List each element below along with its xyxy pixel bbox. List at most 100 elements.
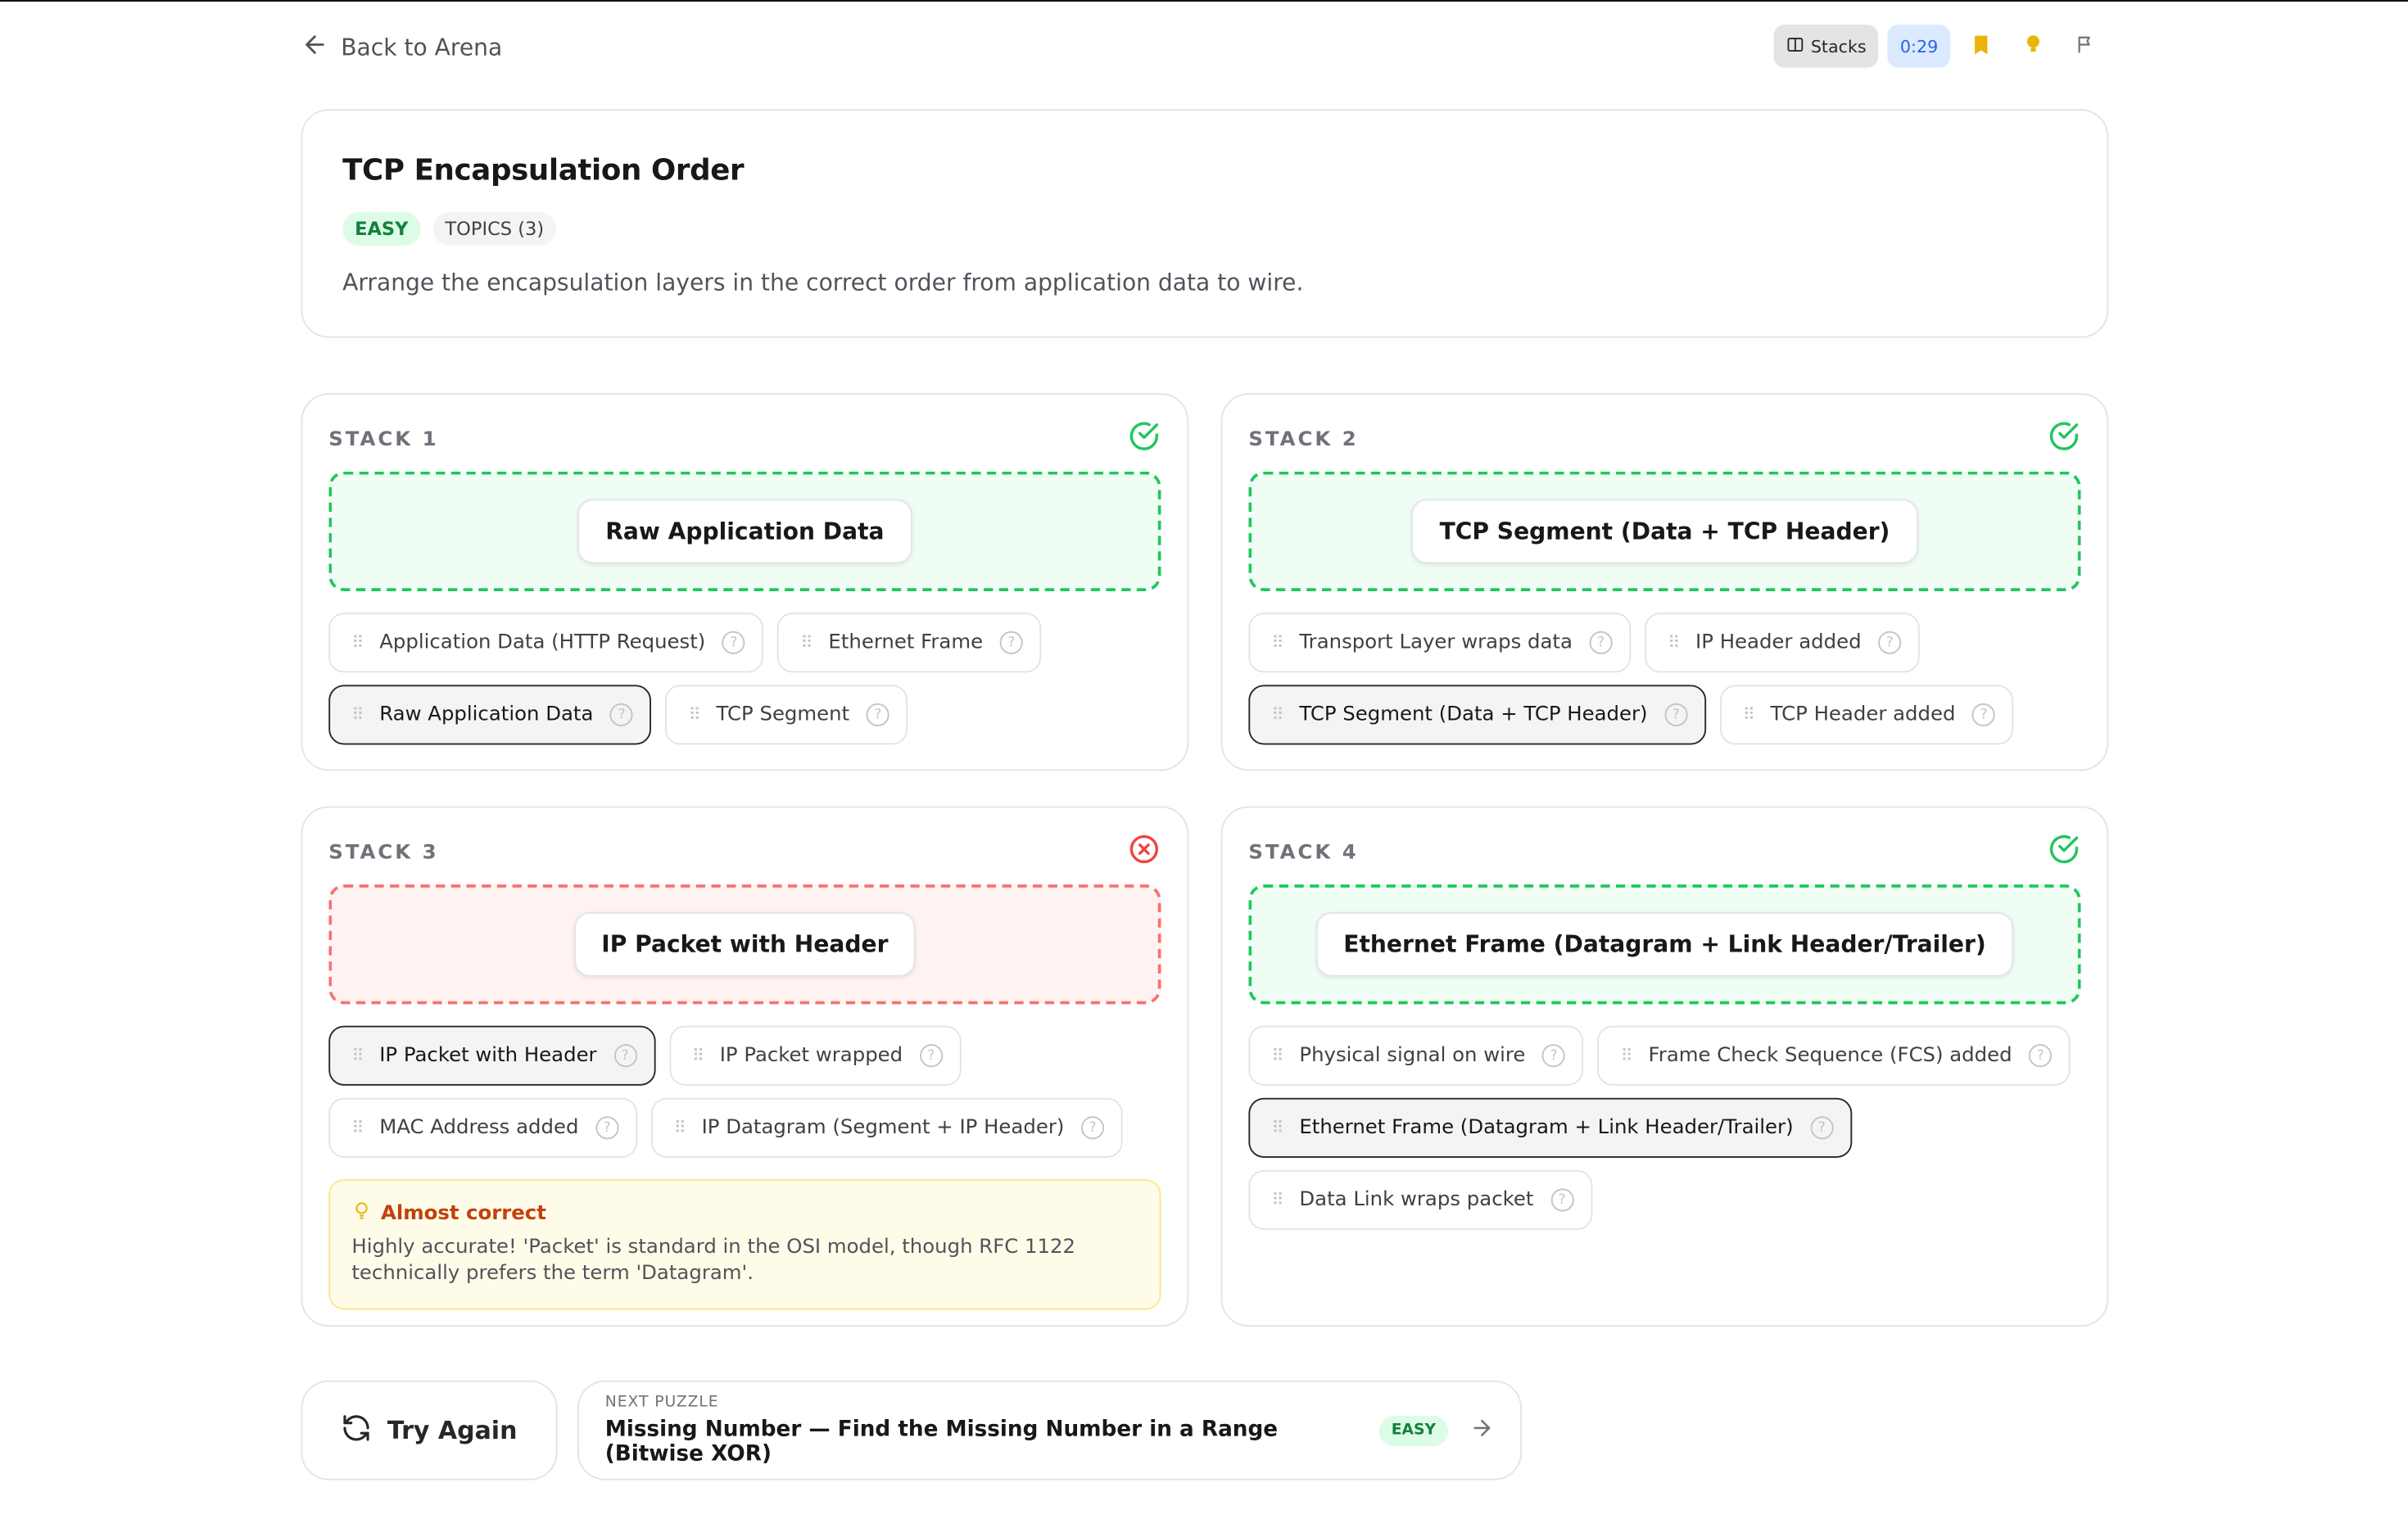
option-chip-selected[interactable]: ⠿ Raw Application Data?	[328, 685, 652, 745]
drag-handle-icon: ⠿	[1271, 704, 1284, 726]
drag-handle-icon: ⠿	[1742, 704, 1755, 726]
drop-zone[interactable]: IP Packet with Header	[328, 884, 1161, 1005]
drop-zone[interactable]: TCP Segment (Data + TCP Header)	[1248, 471, 2081, 591]
option-chip[interactable]: ⠿ MAC Address added?	[328, 1097, 637, 1158]
help-icon[interactable]: ?	[866, 703, 889, 726]
option-label: IP Datagram (Segment + IP Header)	[701, 1116, 1065, 1140]
option-chip[interactable]: ⠿ TCP Header added?	[1719, 685, 2014, 745]
help-icon[interactable]: ?	[1081, 1116, 1105, 1140]
toolbar: Stacks 0:29	[1773, 25, 2107, 68]
check-circle-icon	[1127, 419, 1161, 459]
next-puzzle-kicker: NEXT PUZZLE	[604, 1394, 719, 1412]
columns-icon	[1786, 34, 1805, 57]
option-chip[interactable]: ⠿ Application Data (HTTP Request)?	[328, 613, 764, 673]
help-icon[interactable]: ?	[1664, 703, 1688, 726]
stack-label: STACK 1	[328, 427, 439, 451]
option-chip[interactable]: ⠿ Data Link wraps packet?	[1248, 1169, 1592, 1230]
option-chip[interactable]: ⠿ Frame Check Sequence (FCS) added?	[1597, 1025, 2071, 1086]
check-circle-icon	[2047, 832, 2080, 872]
help-icon[interactable]: ?	[1810, 1116, 1834, 1140]
stacks-view-button[interactable]: Stacks	[1773, 25, 1879, 68]
help-icon[interactable]: ?	[610, 703, 634, 726]
next-puzzle-title: Missing Number — Find the Missing Number…	[604, 1417, 1279, 1467]
arrow-right-icon	[1469, 1415, 1494, 1446]
option-chip-selected[interactable]: ⠿ Ethernet Frame (Datagram + Link Header/…	[1248, 1097, 1852, 1158]
lightbulb-icon	[2021, 32, 2046, 61]
drop-zone[interactable]: Ethernet Frame (Datagram + Link Header/T…	[1248, 884, 2081, 1005]
option-label: IP Packet wrapped	[719, 1044, 903, 1068]
hint-button[interactable]	[2012, 25, 2055, 68]
option-label: Data Link wraps packet	[1299, 1188, 1534, 1212]
help-icon[interactable]: ?	[613, 1044, 637, 1068]
help-icon[interactable]: ?	[595, 1116, 619, 1140]
option-label: MAC Address added	[379, 1116, 579, 1140]
bookmark-icon	[1971, 33, 1992, 59]
bookmark-button[interactable]	[1959, 25, 2003, 68]
drag-handle-icon: ⠿	[351, 1046, 364, 1066]
option-chip-selected[interactable]: ⠿ IP Packet with Header?	[328, 1025, 655, 1086]
option-chip[interactable]: ⠿ Ethernet Frame?	[777, 613, 1042, 673]
back-to-arena-link[interactable]: Back to Arena	[301, 31, 503, 65]
feedback-text: Highly accurate! 'Packet' is standard in…	[351, 1236, 1076, 1286]
drag-handle-icon: ⠿	[673, 1118, 686, 1138]
x-circle-icon	[1127, 832, 1161, 872]
flag-icon	[2075, 33, 2096, 59]
placed-answer[interactable]: Raw Application Data	[577, 499, 912, 564]
feedback-title: Almost correct	[381, 1202, 546, 1226]
drag-handle-icon: ⠿	[688, 704, 701, 726]
check-circle-icon	[2047, 419, 2080, 459]
stack-2: STACK 2 TCP Segment (Data + TCP Header) …	[1220, 393, 2109, 771]
placed-answer[interactable]: TCP Segment (Data + TCP Header)	[1411, 499, 1918, 564]
drag-handle-icon: ⠿	[1668, 632, 1680, 653]
option-label: IP Header added	[1695, 631, 1862, 654]
option-label: IP Packet with Header	[379, 1044, 597, 1068]
option-label: TCP Segment	[716, 703, 850, 726]
help-icon[interactable]: ?	[1972, 703, 1996, 726]
option-label: Ethernet Frame	[828, 631, 984, 654]
next-puzzle-card[interactable]: NEXT PUZZLE Missing Number — Find the Mi…	[577, 1380, 1523, 1481]
report-button[interactable]	[2064, 25, 2107, 68]
stack-label: STACK 3	[328, 840, 439, 864]
help-icon[interactable]: ?	[1878, 631, 1902, 654]
help-icon[interactable]: ?	[919, 1044, 943, 1068]
drag-handle-icon: ⠿	[351, 632, 364, 653]
placed-answer[interactable]: Ethernet Frame (Datagram + Link Header/T…	[1315, 911, 2014, 977]
help-icon[interactable]: ?	[1542, 1044, 1566, 1068]
option-label: Transport Layer wraps data	[1299, 631, 1573, 654]
drag-handle-icon: ⠿	[691, 1046, 704, 1066]
help-icon[interactable]: ?	[1589, 631, 1613, 654]
option-chip[interactable]: ⠿ Transport Layer wraps data?	[1248, 613, 1632, 673]
option-label: Application Data (HTTP Request)	[379, 631, 706, 654]
help-icon[interactable]: ?	[999, 631, 1023, 654]
timer-badge: 0:29	[1887, 25, 1951, 68]
try-again-label: Try Again	[387, 1415, 518, 1445]
drag-handle-icon: ⠿	[1271, 632, 1284, 653]
help-icon[interactable]: ?	[1550, 1188, 1574, 1212]
help-icon[interactable]: ?	[2029, 1044, 2053, 1068]
stacks-label: Stacks	[1810, 36, 1867, 57]
puzzle-title: TCP Encapsulation Order	[342, 153, 745, 188]
arrow-left-icon	[301, 31, 329, 65]
option-chip[interactable]: ⠿ IP Datagram (Segment + IP Header)?	[650, 1097, 1123, 1158]
try-again-button[interactable]: Try Again	[301, 1380, 558, 1481]
difficulty-badge: EASY	[342, 211, 421, 246]
drag-handle-icon: ⠿	[351, 1118, 364, 1138]
stack-1: STACK 1 Raw Application Data ⠿ Applicatio…	[301, 393, 1189, 771]
stack-label: STACK 2	[1248, 427, 1359, 451]
puzzle-description: Arrange the encapsulation layers in the …	[342, 269, 1304, 296]
back-label: Back to Arena	[341, 34, 503, 62]
help-icon[interactable]: ?	[722, 631, 746, 654]
placed-answer[interactable]: IP Packet with Header	[573, 911, 917, 977]
drag-handle-icon: ⠿	[1271, 1046, 1284, 1066]
drop-zone[interactable]: Raw Application Data	[328, 471, 1161, 591]
option-chip[interactable]: ⠿ TCP Segment?	[665, 685, 908, 745]
option-chip[interactable]: ⠿ Physical signal on wire?	[1248, 1025, 1584, 1086]
stack-3: STACK 3 IP Packet with Header ⠿ IP Packet…	[301, 806, 1189, 1327]
topics-badge[interactable]: TOPICS (3)	[432, 211, 557, 246]
drag-handle-icon: ⠿	[351, 704, 364, 726]
option-chip[interactable]: ⠿ IP Header added?	[1645, 613, 1920, 673]
option-label: TCP Header added	[1770, 703, 1956, 726]
option-chip[interactable]: ⠿ IP Packet wrapped?	[668, 1025, 962, 1086]
refresh-icon	[342, 1412, 373, 1449]
option-chip-selected[interactable]: ⠿ TCP Segment (Data + TCP Header)?	[1248, 685, 1706, 745]
